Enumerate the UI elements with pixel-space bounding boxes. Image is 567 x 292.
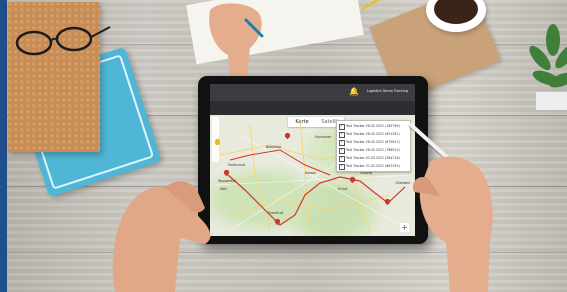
right-hand — [412, 156, 493, 292]
city-label: Frankfurt — [268, 211, 284, 215]
blue-edge-strip — [0, 0, 7, 292]
city-label: Erfurt — [338, 187, 348, 191]
left-hand — [112, 181, 211, 292]
bell-icon[interactable]: 🔔 — [349, 87, 359, 96]
tablet-screen: 🔔 Logistics Demo Tracking Mehrere Teilse… — [210, 84, 415, 236]
checkbox[interactable]: ✓ — [339, 140, 345, 146]
checkbox[interactable]: ✓ — [339, 156, 345, 162]
city-label: Hannover — [315, 135, 332, 139]
app-sub-bar: Mehrere Teilsendungen ▾ — [210, 101, 415, 130]
plant-icon — [529, 24, 567, 110]
checkbox[interactable]: ✓ — [339, 132, 345, 138]
zoom-in-button[interactable]: + — [400, 223, 409, 232]
tracker-list: ✓ Test Tracker 26.02.2021 (185799) ✓ Tes… — [336, 120, 411, 172]
tracker-item[interactable]: ✓ Test Tracker 31.02.2021 (887259) — [339, 163, 409, 170]
tracker-item[interactable]: ✓ Test Tracker 26.02.2021 (185799) — [339, 123, 409, 130]
checkbox[interactable]: ✓ — [339, 148, 345, 154]
tracker-item[interactable]: ✓ Test Tracker 28.02.2021 (875617) — [339, 139, 409, 146]
city-label: Dresden — [396, 181, 411, 185]
pencil — [361, 0, 389, 11]
tracker-item[interactable]: ✓ Test Tracker 02.03.2021 (284718) — [339, 155, 409, 162]
route-line — [227, 174, 406, 226]
tracker-label: Test Tracker 26.02.2021 (185799) — [346, 124, 400, 128]
city-label: Dortmund — [228, 163, 246, 167]
tracker-label: Test Tracker 28.02.2021 (851281) — [346, 132, 400, 136]
tracker-label: Test Tracker 31.02.2021 (887259) — [346, 164, 400, 168]
checkbox[interactable]: ✓ — [339, 124, 345, 130]
checkbox[interactable]: ✓ — [339, 164, 345, 170]
tracker-item[interactable]: ✓ Test Tracker 28.02.2021 (788510) — [339, 147, 409, 154]
account-label[interactable]: Logistics Demo Tracking — [367, 89, 408, 94]
desk-scene: 🔔 Logistics Demo Tracking Mehrere Teilse… — [0, 0, 567, 292]
city-label: Kassel — [305, 171, 316, 175]
glasses-icon — [15, 26, 111, 56]
tracker-label: Test Tracker 02.03.2021 (284718) — [346, 156, 400, 160]
tracker-item[interactable]: ✓ Test Tracker 28.02.2021 (851281) — [339, 131, 409, 138]
city-label: Bielefeld — [266, 145, 281, 149]
tracker-label: Test Tracker 28.02.2021 (875617) — [346, 140, 400, 144]
tracker-label: Test Tracker 28.02.2021 (788510) — [346, 148, 400, 152]
app-top-bar: 🔔 Logistics Demo Tracking — [210, 84, 415, 101]
